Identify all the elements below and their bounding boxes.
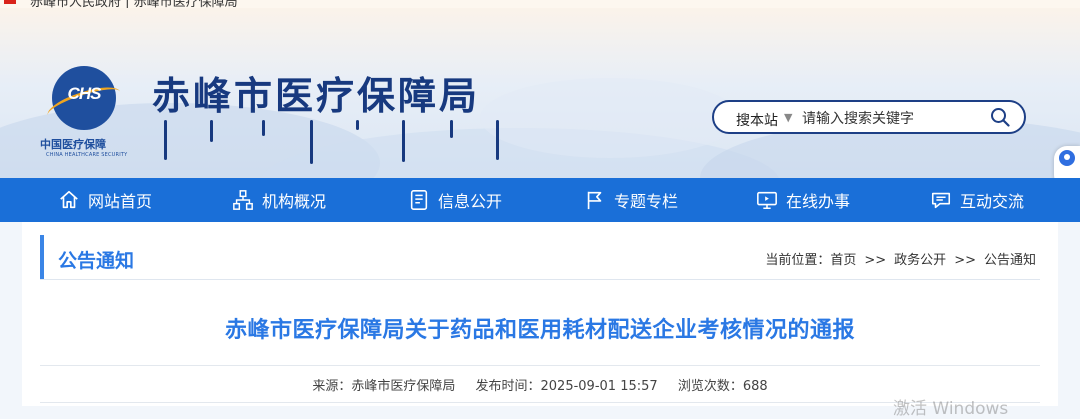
nav-item-label: 在线办事: [786, 192, 851, 211]
chs-badge-icon: CHS: [44, 66, 124, 130]
nav-item-home[interactable]: 网站首页: [58, 178, 152, 222]
home-icon: [60, 190, 78, 209]
search-scope-select[interactable]: 搜本站: [736, 110, 778, 130]
article-source: 来源：赤峰市医疗保障局: [312, 379, 456, 394]
breadcrumb-link-notices[interactable]: 公告通知: [984, 253, 1036, 268]
top-bar-links[interactable]: 赤峰市人民政府 | 赤峰市医疗保障局: [30, 0, 238, 8]
divider: [40, 365, 1040, 366]
emblem-icon: [4, 0, 16, 4]
divider: [40, 279, 1040, 280]
article-title: 赤峰市医疗保障局关于药品和医用耗材配送企业考核情况的通报: [224, 318, 855, 343]
breadcrumb-prefix: 当前位置：: [765, 253, 831, 268]
flag-icon: [587, 191, 602, 210]
content-panel: 公告通知 当前位置：首页 >> 政务公开 >> 公告通知 赤峰市医疗保障局关于药品和医用…: [22, 222, 1058, 406]
article-meta: 来源：赤峰市医疗保障局 发布时间：2025-09-01 15:57 浏览次数：6…: [22, 375, 1058, 394]
section-title: 公告通知: [58, 250, 135, 272]
org-chart-icon: [233, 190, 253, 210]
divider: [40, 402, 1040, 403]
search-icon[interactable]: [990, 107, 1010, 127]
search-box: 搜本站 ▼: [712, 100, 1026, 134]
nav-item-label: 网站首页: [88, 192, 153, 211]
top-bar: 赤峰市人民政府 | 赤峰市医疗保障局: [0, 0, 1080, 8]
nav-item-organization[interactable]: 机构概况: [232, 178, 326, 222]
nav-item-special-topics[interactable]: 专题专栏: [584, 178, 678, 222]
chat-icon: [931, 192, 951, 209]
main-nav: 网站首页 机构概况 信息公开 专题专栏 在线办事 互动交流: [0, 178, 1080, 222]
nav-item-label: 信息公开: [438, 192, 503, 211]
windows-activation-watermark: 激活 Windows: [893, 399, 1009, 419]
logo-english-text: CHINA HEALTHCARE SECURITY: [46, 152, 128, 158]
breadcrumb: 当前位置：首页 >> 政务公开 >> 公告通知: [765, 249, 1036, 268]
nav-item-label: 互动交流: [960, 192, 1025, 211]
nav-item-label: 机构概况: [262, 192, 327, 211]
site-title: 赤峰市医疗保障局: [152, 73, 481, 118]
breadcrumb-separator: >>: [864, 253, 887, 268]
chs-logo[interactable]: CHS 中国医疗保障 CHINA HEALTHCARE SECURITY: [40, 66, 132, 166]
mongolian-script-title: [160, 120, 520, 170]
location-pin-icon: [1059, 150, 1075, 166]
document-icon: [410, 190, 428, 210]
breadcrumb-separator: >>: [954, 253, 976, 268]
search-input[interactable]: [800, 108, 984, 130]
dropdown-triangle-icon[interactable]: ▼: [784, 111, 792, 124]
nav-item-interaction[interactable]: 互动交流: [930, 178, 1024, 222]
breadcrumb-link-home[interactable]: 首页: [830, 253, 856, 268]
breadcrumb-link-gov-affairs[interactable]: 政务公开: [894, 253, 946, 268]
nav-item-info-disclosure[interactable]: 信息公开: [408, 178, 502, 222]
nav-item-label: 专题专栏: [614, 192, 679, 211]
monitor-icon: [757, 191, 777, 210]
nav-item-online-services[interactable]: 在线办事: [756, 178, 850, 222]
article-date: 发布时间：2025-09-01 15:57: [475, 379, 658, 394]
site-header: CHS 中国医疗保障 CHINA HEALTHCARE SECURITY 赤峰市…: [0, 8, 1080, 178]
section-accent-bar: [40, 235, 44, 279]
article-views: 浏览次数：688: [677, 379, 768, 394]
logo-chinese-text: 中国医疗保障: [40, 138, 106, 151]
